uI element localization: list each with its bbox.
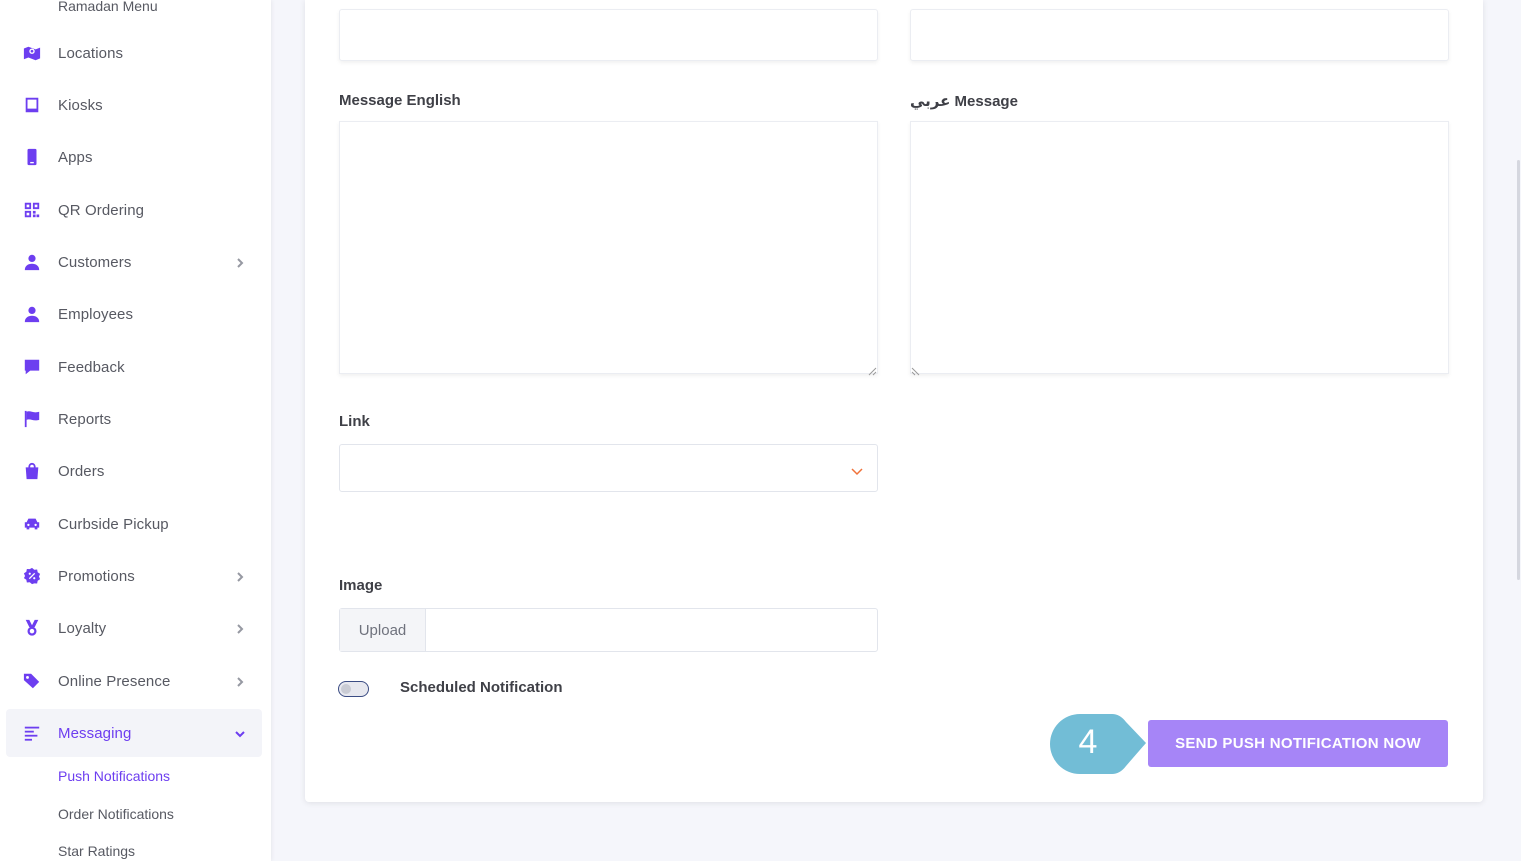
sidebar-item-qr-ordering[interactable]: QR Ordering (6, 186, 262, 234)
upload-button[interactable]: Upload (340, 609, 426, 651)
page-scrollbar[interactable] (1517, 160, 1520, 580)
user-icon (22, 252, 42, 272)
sidebar-item-label: Customers (58, 253, 132, 271)
sidebar-item-loyalty[interactable]: Loyalty (6, 604, 262, 652)
sidebar-item-label: Curbside Pickup (58, 515, 169, 533)
sidebar-item-employees[interactable]: Employees (6, 290, 262, 338)
sidebar-item-label: Apps (58, 148, 93, 166)
chevron-right-icon (234, 675, 246, 687)
sidebar-subitem-push-notifications[interactable]: Push Notifications (58, 768, 170, 784)
tablet-icon (22, 95, 42, 115)
link-label: Link (339, 413, 370, 430)
sidebar-item-label: Orders (58, 462, 105, 480)
tags-icon (22, 671, 42, 691)
car-icon (22, 514, 42, 534)
title-arabic-input[interactable] (910, 9, 1449, 61)
scheduled-notification-toggle[interactable] (338, 681, 369, 697)
sidebar-item-online-presence[interactable]: Online Presence (6, 657, 262, 705)
chevron-down-icon (851, 463, 863, 476)
sidebar-item-label: Kiosks (58, 96, 103, 114)
chevron-right-icon (234, 622, 246, 634)
sidebar-item-apps[interactable]: Apps (6, 133, 262, 181)
message-arabic-textarea[interactable] (910, 121, 1449, 374)
sidebar-item-label: Online Presence (58, 672, 171, 690)
scheduled-notification-label: Scheduled Notification (400, 679, 563, 696)
sidebar-item-label: Promotions (58, 567, 135, 585)
link-select[interactable] (339, 444, 878, 492)
align-left-icon (22, 723, 42, 743)
chevron-right-icon (234, 256, 246, 268)
user-icon (22, 304, 42, 324)
sidebar-subitem-order-notifications[interactable]: Order Notifications (58, 806, 174, 822)
sidebar-item-label: Loyalty (58, 619, 107, 637)
percent-badge-icon (22, 566, 42, 586)
step-number: 4 (1078, 723, 1098, 761)
sidebar-item-curbside-pickup[interactable]: Curbside Pickup (6, 500, 262, 548)
sidebar-item-reports[interactable]: Reports (6, 395, 262, 443)
sidebar-item-promotions[interactable]: Promotions (6, 552, 262, 600)
sidebar-item-feedback[interactable]: Feedback (6, 343, 262, 391)
sidebar-item-label: Employees (58, 305, 134, 323)
map-location-icon (22, 43, 42, 63)
sidebar-item-label: Feedback (58, 358, 125, 376)
sidebar-item-label: QR Ordering (58, 201, 145, 219)
sidebar-item-kiosks[interactable]: Kiosks (6, 81, 262, 129)
mobile-icon (22, 147, 42, 167)
title-english-input[interactable] (339, 9, 878, 61)
sidebar-item-label: Messaging (58, 724, 132, 742)
message-arabic-label: عربي Message (910, 93, 1018, 110)
resize-handle-icon[interactable] (911, 363, 921, 376)
sidebar: Ramadan Menu Locations Kiosks Apps QR Or… (0, 0, 271, 861)
chevron-down-icon (234, 727, 246, 739)
message-english-label: Message English (339, 92, 461, 109)
sidebar-item-label: Reports (58, 410, 112, 428)
sidebar-item-orders[interactable]: Orders (6, 447, 262, 495)
sidebar-item-messaging[interactable]: Messaging (6, 709, 262, 757)
sidebar-item-locations[interactable]: Locations (6, 29, 262, 77)
medal-icon (22, 618, 42, 638)
send-push-notification-button[interactable]: SEND PUSH NOTIFICATION NOW (1148, 720, 1448, 767)
sidebar-subitem-star-ratings[interactable]: Star Ratings (58, 843, 135, 859)
image-label: Image (339, 577, 383, 594)
sidebar-item-label: Locations (58, 44, 124, 62)
shopping-bag-icon (22, 461, 42, 481)
image-file-field[interactable] (426, 609, 877, 651)
resize-handle-icon[interactable] (867, 363, 877, 376)
message-english-textarea[interactable] (339, 121, 878, 374)
comment-icon (22, 357, 42, 377)
chevron-right-icon (234, 570, 246, 582)
toggle-knob (341, 684, 351, 694)
sidebar-item-ramadan-menu[interactable]: Ramadan Menu (58, 0, 158, 14)
qr-code-icon (22, 200, 42, 220)
image-upload-group: Upload (339, 608, 878, 652)
sidebar-item-customers[interactable]: Customers (6, 238, 262, 286)
flag-icon (22, 409, 42, 429)
